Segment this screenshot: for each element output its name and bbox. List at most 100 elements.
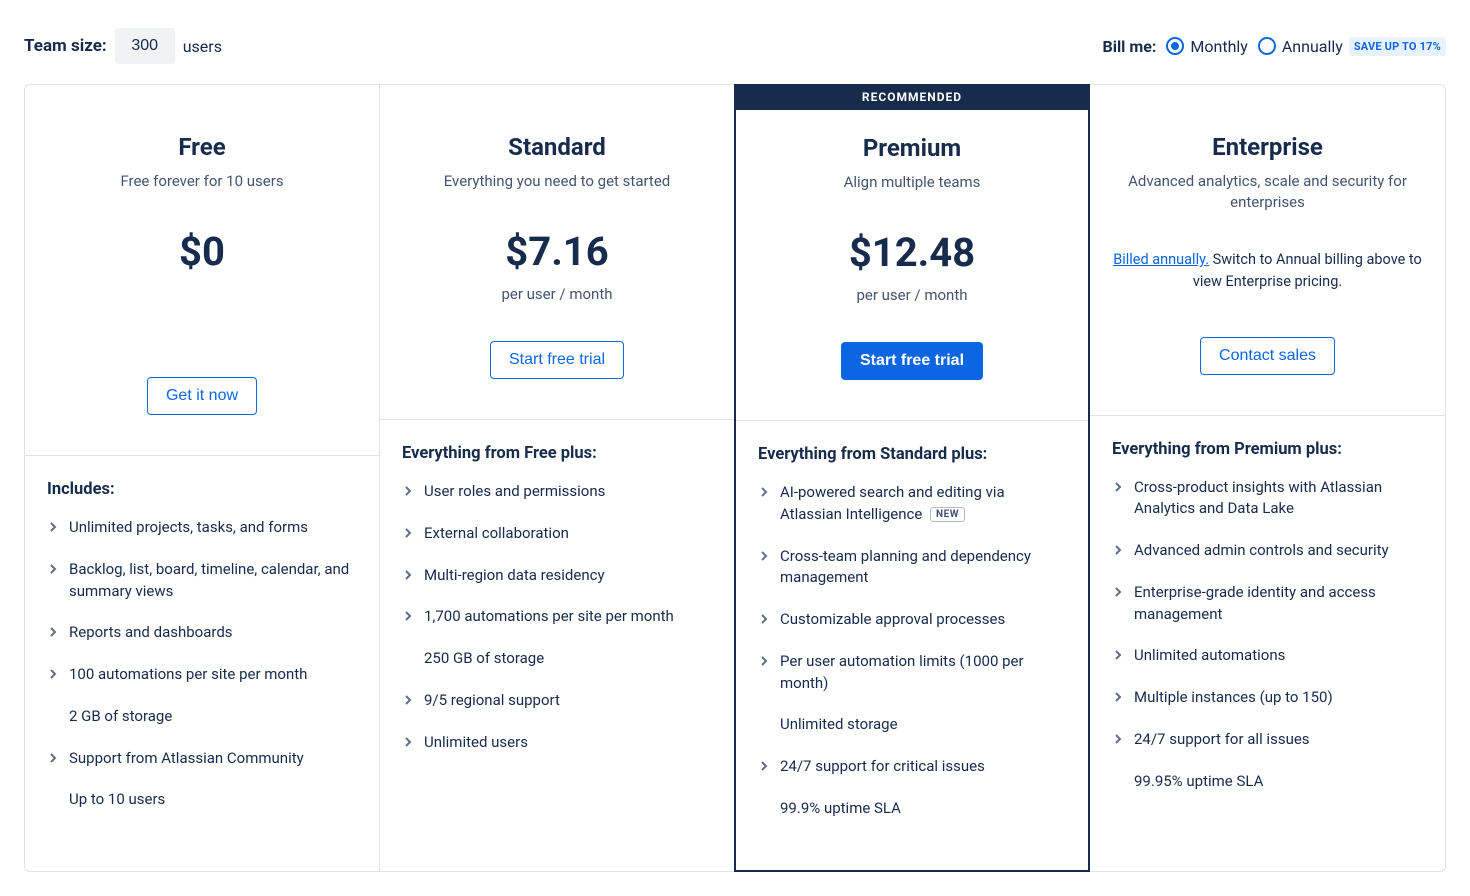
cta-free[interactable]: Get it now [147,377,257,415]
plan-tagline: Free forever for 10 users [45,171,359,192]
feature-item[interactable]: Support from Atlassian Community [47,748,357,770]
feature-item[interactable]: User roles and permissions [402,481,712,503]
feature-item: 2 GB of storage [47,706,357,728]
plan-price: $0 [45,228,359,275]
chevron-right-icon [1112,730,1124,752]
billing-annually-radio[interactable]: Annually SAVE UP TO 17% [1258,37,1446,56]
feature-text: 99.95% uptime SLA [1134,771,1263,793]
feature-item[interactable]: Per user automation limits (1000 per mon… [758,651,1066,695]
feature-list: User roles and permissions External colla… [402,481,712,753]
chevron-right-icon [1112,478,1124,522]
new-badge: NEW [930,507,965,522]
feature-text: Cross-product insights with Atlassian An… [1134,477,1423,521]
feature-item[interactable]: Multi-region data residency [402,565,712,587]
chevron-right-icon [47,665,59,687]
feature-item[interactable]: Cross-product insights with Atlassian An… [1112,477,1423,521]
plan-price: $12.48 [756,229,1068,276]
feature-text: External collaboration [424,523,569,545]
plan-header: FreeFree forever for 10 users$0Get it no… [25,85,379,456]
feature-list: AI-powered search and editing via Atlass… [758,482,1066,820]
feature-item[interactable]: External collaboration [402,523,712,545]
radio-icon [1166,37,1184,55]
feature-text: Reports and dashboards [69,622,233,644]
feature-text: Multi-region data residency [424,565,605,587]
plan-tagline: Advanced analytics, scale and security f… [1110,171,1425,213]
chevron-right-icon [758,757,770,779]
feature-item[interactable]: AI-powered search and editing via Atlass… [758,482,1066,526]
plan-name: Premium [756,134,1068,162]
feature-item[interactable]: Customizable approval processes [758,609,1066,631]
feature-list: Cross-product insights with Atlassian An… [1112,477,1423,793]
feature-text: Unlimited storage [780,714,898,736]
feature-item[interactable]: Unlimited users [402,732,712,754]
feature-item[interactable]: Cross-team planning and dependency manag… [758,546,1066,590]
plan-header: Premium Align multiple teams $12.48 per use… [736,84,1088,421]
feature-text: 1,700 automations per site per month [424,606,674,628]
team-size-input[interactable] [115,28,175,64]
feature-item[interactable]: Enterprise-grade identity and access man… [1112,582,1423,626]
plan-price-note: per user / month [756,286,1068,304]
plan-standard: StandardEverything you need to get start… [380,85,735,871]
chevron-right-icon [402,482,414,504]
plan-body: Includes: Unlimited projects, tasks, and … [25,456,379,861]
save-badge: SAVE UP TO 17% [1349,37,1446,56]
cta-standard[interactable]: Start free trial [490,341,624,379]
feature-text: Cross-team planning and dependency manag… [780,546,1066,590]
feature-text: 2 GB of storage [69,706,172,728]
plan-body-heading: Includes: [47,480,357,499]
chevron-right-icon [1112,583,1124,627]
bill-me-label: Bill me: [1103,37,1157,56]
feature-item[interactable]: 1,700 automations per site per month [402,606,712,628]
plan-free: FreeFree forever for 10 users$0Get it no… [25,85,380,871]
plan-price: $7.16 [400,228,714,275]
feature-item[interactable]: Unlimited projects, tasks, and forms [47,517,357,539]
feature-text: User roles and permissions [424,481,605,503]
chevron-right-icon [402,607,414,629]
users-label: users [183,37,222,56]
chevron-right-icon [47,623,59,645]
cta-premium[interactable]: Start free trial [841,342,983,380]
team-size-label: Team size: [24,36,107,56]
feature-item[interactable]: 100 automations per site per month [47,664,357,686]
feature-item[interactable]: 24/7 support for all issues [1112,729,1423,751]
billing-group: Bill me: Monthly Annually SAVE UP TO 17% [1103,37,1447,56]
feature-item[interactable]: Reports and dashboards [47,622,357,644]
feature-text: 100 automations per site per month [69,664,307,686]
chevron-right-icon [758,652,770,696]
feature-item[interactable]: Unlimited automations [1112,645,1423,667]
feature-text: Unlimited users [424,732,528,754]
billing-monthly-radio[interactable]: Monthly [1166,37,1247,56]
enterprise-pricing-note: Billed annually. Switch to Annual billin… [1110,249,1425,293]
plan-tagline: Align multiple teams [756,172,1068,193]
plan-premium: RECOMMENDEDPremiumAlign multiple teams$1… [734,84,1090,872]
feature-item[interactable]: 24/7 support for critical issues [758,756,1066,778]
feature-text: Support from Atlassian Community [69,748,304,770]
plan-header: EnterpriseAdvanced analytics, scale and … [1090,85,1445,416]
billed-annually-link[interactable]: Billed annually. [1113,251,1209,268]
feature-item[interactable]: Multiple instances (up to 150) [1112,687,1423,709]
plan-enterprise: EnterpriseAdvanced analytics, scale and … [1090,85,1445,871]
chevron-right-icon [402,524,414,546]
feature-list: Unlimited projects, tasks, and forms Back… [47,517,357,811]
chevron-right-icon [402,566,414,588]
feature-item[interactable]: Advanced admin controls and security [1112,540,1423,562]
chevron-right-icon [402,733,414,755]
feature-item[interactable]: 9/5 regional support [402,690,712,712]
feature-text: Backlog, list, board, timeline, calendar… [69,559,357,603]
feature-item: Unlimited storage [758,714,1066,736]
feature-item: 99.95% uptime SLA [1112,771,1423,793]
feature-text: Up to 10 users [69,789,165,811]
chevron-right-icon [402,691,414,713]
feature-item: 99.9% uptime SLA [758,798,1066,820]
chevron-right-icon [47,560,59,604]
chevron-right-icon [758,483,770,527]
feature-text: 99.9% uptime SLA [780,798,901,820]
plan-body: Everything from Standard plus:AI-powered… [736,421,1088,870]
cta-enterprise[interactable]: Contact sales [1200,337,1335,375]
feature-text: Per user automation limits (1000 per mon… [780,651,1066,695]
feature-item[interactable]: Backlog, list, board, timeline, calendar… [47,559,357,603]
feature-text: Customizable approval processes [780,609,1005,631]
billing-monthly-label: Monthly [1190,37,1247,56]
plan-body: Everything from Premium plus:Cross-produ… [1090,416,1445,843]
plan-header: StandardEverything you need to get start… [380,85,734,420]
